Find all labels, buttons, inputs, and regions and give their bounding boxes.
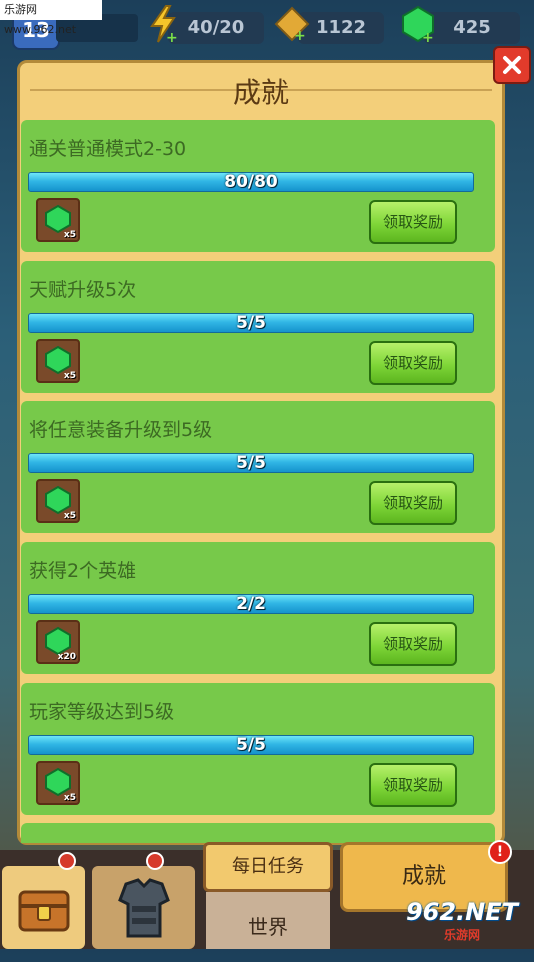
- achievement-title: 天赋升级5次: [29, 279, 137, 301]
- progress-text: 5/5: [236, 735, 266, 755]
- equipment-notification-icon: [146, 852, 164, 870]
- achievement-card: 通关普通模式2-30 80/80 x5 领取奖励: [21, 120, 495, 252]
- tab-daily-tasks[interactable]: 每日任务: [203, 842, 333, 892]
- progress-text: 5/5: [236, 313, 266, 333]
- panel-title: 成就: [232, 76, 289, 109]
- reward-slot: x5: [36, 339, 80, 383]
- reward-count: x5: [63, 371, 76, 381]
- achievement-card-partial: [21, 823, 495, 843]
- tab-world[interactable]: 世界: [206, 892, 330, 949]
- svg-text:+: +: [422, 30, 434, 44]
- logo-sub-text: 乐游网: [443, 928, 480, 942]
- chest-icon: [18, 890, 70, 932]
- alert-badge-icon: !: [488, 840, 512, 864]
- reward-count: x5: [63, 230, 76, 240]
- close-icon: [503, 56, 521, 74]
- chest-notification-icon: [58, 852, 76, 870]
- top-status-bar: 乐游网 www.962.net 13 40/20 + 1122 + 425 +: [0, 0, 534, 50]
- reward-slot: x20: [36, 620, 80, 664]
- achievement-card: 玩家等级达到5级 5/5 x5 领取奖励: [21, 683, 495, 815]
- claim-reward-button[interactable]: 领取奖励: [369, 200, 457, 244]
- reward-slot: x5: [36, 761, 80, 805]
- watermark: 乐游网 www.962.net: [0, 0, 102, 36]
- gold-icon[interactable]: +: [272, 4, 312, 44]
- progress-bar: 80/80: [28, 172, 474, 192]
- claim-reward-button[interactable]: 领取奖励: [369, 622, 457, 666]
- svg-text:+: +: [166, 30, 178, 44]
- achievement-card: 天赋升级5次 5/5 x5 领取奖励: [21, 261, 495, 393]
- progress-bar: 5/5: [28, 735, 474, 755]
- site-logo: 962.NET 乐游网: [395, 896, 529, 946]
- achievement-title: 获得2个英雄: [29, 560, 137, 582]
- achievement-title: 将任意装备升级到5级: [29, 419, 213, 441]
- progress-text: 80/80: [224, 172, 278, 192]
- claim-reward-button[interactable]: 领取奖励: [369, 763, 457, 807]
- logo-main-text: 962.NET: [405, 898, 519, 926]
- reward-slot: x5: [36, 198, 80, 242]
- claim-reward-button[interactable]: 领取奖励: [369, 481, 457, 525]
- reward-count: x5: [63, 511, 76, 521]
- progress-text: 2/2: [236, 594, 266, 614]
- svg-text:+: +: [294, 28, 306, 44]
- progress-bar: 5/5: [28, 453, 474, 473]
- equipment-button[interactable]: [92, 866, 195, 949]
- progress-text: 5/5: [236, 453, 266, 473]
- claim-reward-button[interactable]: 领取奖励: [369, 341, 457, 385]
- achievement-card: 将任意装备升级到5级 5/5 x5 领取奖励: [21, 401, 495, 533]
- close-button[interactable]: [493, 46, 531, 84]
- achievement-title: 通关普通模式2-30: [29, 138, 187, 160]
- reward-slot: x5: [36, 479, 80, 523]
- achievement-title: 玩家等级达到5级: [29, 701, 175, 723]
- progress-bar: 2/2: [28, 594, 474, 614]
- energy-icon[interactable]: +: [146, 4, 186, 46]
- armor-icon: [118, 878, 170, 938]
- treasure-chest-button[interactable]: [2, 866, 85, 949]
- gem-icon[interactable]: +: [398, 4, 438, 46]
- reward-count: x20: [57, 652, 76, 662]
- progress-bar: 5/5: [28, 313, 474, 333]
- gem-counter: 425: [424, 12, 520, 44]
- reward-count: x5: [63, 793, 76, 803]
- achievement-card: 获得2个英雄 2/2 x20 领取奖励: [21, 542, 495, 674]
